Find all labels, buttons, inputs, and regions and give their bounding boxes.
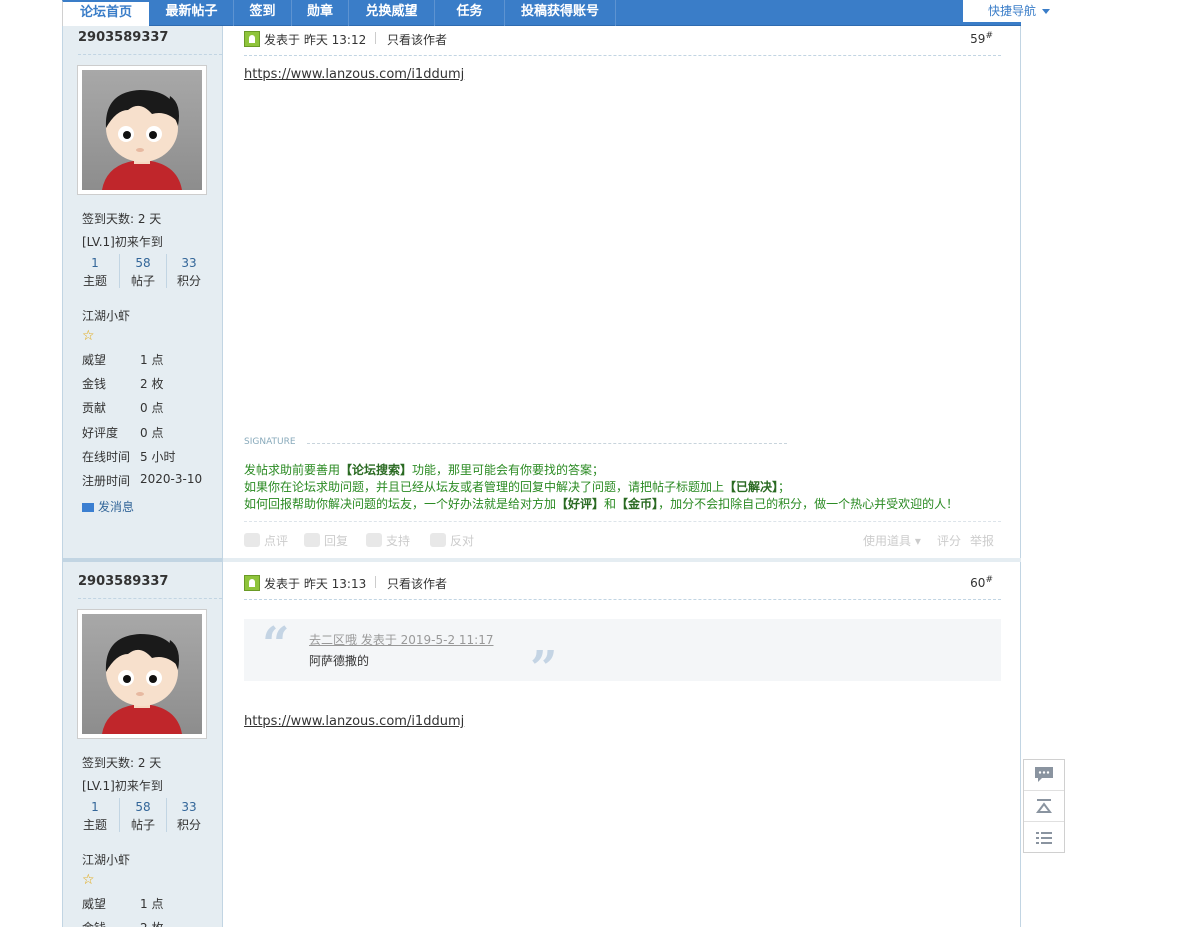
post-time: 发表于 昨天 13:12 bbox=[264, 33, 367, 47]
user-rank: 江湖小虾 bbox=[82, 309, 131, 323]
envelope-icon bbox=[82, 503, 94, 512]
kv-value: 1 点 bbox=[140, 353, 164, 367]
quote-body: 阿萨德撒的 bbox=[309, 654, 370, 668]
quote-block: “ 去二区哦 发表于 2019-5-2 11:17 阿萨德撒的 ” bbox=[244, 617, 1001, 697]
signature-label: SIGNATURE bbox=[244, 437, 296, 447]
online-status-icon bbox=[244, 575, 260, 591]
kv-value: 5 小时 bbox=[140, 450, 176, 464]
report-link[interactable]: 举报 bbox=[970, 532, 994, 549]
nav-submit-get-account[interactable]: 投稿获得账号 bbox=[505, 0, 616, 26]
floating-toolbar bbox=[1023, 759, 1065, 853]
stat-points[interactable]: 33 积分 bbox=[166, 800, 212, 833]
nav-latest-posts[interactable]: 最新帖子 bbox=[150, 0, 234, 26]
quote-source-link[interactable]: 去二区哦 发表于 2019-5-2 11:17 bbox=[309, 631, 494, 648]
close-quote-icon: ” bbox=[530, 641, 558, 697]
avatar-image bbox=[102, 90, 182, 190]
eye-icon bbox=[244, 533, 260, 547]
star-icon: ☆ bbox=[82, 872, 95, 888]
back-to-top-icon bbox=[1036, 799, 1052, 813]
only-author-link[interactable]: 只看该作者 bbox=[387, 31, 447, 48]
signature-line-1: 发帖求助前要善用【论坛搜索】功能，那里可能会有你要找的答案； bbox=[244, 463, 605, 477]
post-link[interactable]: https://www.lanzous.com/i1ddumj bbox=[244, 714, 464, 729]
stat-threads[interactable]: 1 主题 bbox=[72, 800, 118, 833]
post-1-author: 2903589337 签到天数: 2 天 [LV.1]初来乍到 1 主题 58 帖子… bbox=[62, 26, 223, 558]
use-tools-dropdown[interactable]: 使用道具 ▾ bbox=[863, 532, 921, 549]
kv-value: 0 点 bbox=[140, 426, 164, 440]
nav-forum-home[interactable]: 论坛首页 bbox=[62, 0, 149, 27]
thumb-down-icon bbox=[430, 533, 446, 547]
kv-key: 在线时间 bbox=[82, 450, 131, 464]
oppose-button[interactable]: 反对 bbox=[430, 532, 474, 549]
kv-value: 2 枚 bbox=[140, 919, 163, 927]
stat-threads[interactable]: 1 主题 bbox=[72, 256, 118, 289]
floor-number[interactable]: 60# bbox=[970, 575, 993, 590]
nav-tasks[interactable]: 任务 bbox=[435, 0, 505, 26]
user-level[interactable]: [LV.1]初来乍到 bbox=[82, 777, 163, 794]
nav-checkin[interactable]: 签到 bbox=[234, 0, 292, 26]
avatar[interactable] bbox=[77, 609, 207, 739]
user-rank: 江湖小虾 bbox=[82, 853, 131, 867]
kv-key: 金钱 bbox=[82, 377, 107, 391]
author-name[interactable]: 2903589337 bbox=[78, 574, 168, 589]
kv-key: 贡献 bbox=[82, 401, 107, 415]
return-to-list-button[interactable] bbox=[1024, 822, 1064, 853]
stat-posts[interactable]: 58 帖子 bbox=[120, 256, 166, 289]
signature-line-2: 如果你在论坛求助问题，并且已经从坛友或者管理的回复中解决了问题，请把帖子标题加上… bbox=[244, 480, 791, 494]
nav-exchange-prestige[interactable]: 兑换威望 bbox=[349, 0, 435, 26]
signature-line-3: 如何回报帮助你解决问题的坛友，一个好办法就是给对方加【好评】和【金币】，加分不会… bbox=[244, 497, 959, 511]
thumb-up-icon bbox=[366, 533, 382, 547]
reply-button[interactable]: 回复 bbox=[304, 532, 348, 549]
rate-button[interactable]: 点评 bbox=[244, 532, 288, 549]
post-1-actions: 点评 回复 支持 反对 使用道具 ▾ 评分 举报 bbox=[244, 521, 1001, 555]
kv-value: 0 点 bbox=[140, 401, 164, 415]
chevron-down-icon bbox=[1042, 9, 1050, 14]
kv-key: 威望 bbox=[82, 353, 107, 367]
support-button[interactable]: 支持 bbox=[366, 532, 410, 549]
checkin-days: 签到天数: 2 天 bbox=[82, 212, 162, 226]
author-name[interactable]: 2903589337 bbox=[78, 30, 168, 45]
stat-posts[interactable]: 58 帖子 bbox=[120, 800, 166, 833]
avatar[interactable] bbox=[77, 65, 207, 195]
user-level[interactable]: [LV.1]初来乍到 bbox=[82, 233, 163, 250]
post-2-author: 2903589337 签到天数: 2 天 [LV.1]初来乍到 1 主题 58 帖子… bbox=[62, 562, 223, 927]
open-quote-icon: “ bbox=[262, 617, 290, 673]
post-link[interactable]: https://www.lanzous.com/i1ddumj bbox=[244, 67, 464, 82]
star-icon: ☆ bbox=[82, 328, 95, 344]
kv-value: 1 点 bbox=[140, 897, 164, 911]
kv-key: 威望 bbox=[82, 897, 107, 911]
kv-value: 2020-3-10 bbox=[140, 472, 203, 486]
kv-key: 好评度 bbox=[82, 426, 119, 440]
send-message-link[interactable]: 发消息 bbox=[82, 498, 134, 515]
only-author-link[interactable]: 只看该作者 bbox=[387, 575, 447, 592]
comment-icon bbox=[1035, 767, 1053, 782]
online-status-icon bbox=[244, 31, 260, 47]
back-to-top-button[interactable] bbox=[1024, 791, 1064, 822]
top-nav: 论坛首页 最新帖子 签到 勋章 兑换威望 任务 投稿获得账号 快捷导航 bbox=[62, 0, 1075, 27]
post-1-header: 发表于 昨天 13:12 只看该作者 59# bbox=[244, 28, 1001, 56]
kv-key: 注册时间 bbox=[82, 474, 131, 488]
kv-key: 金钱 bbox=[82, 919, 138, 927]
post-2-header: 发表于 昨天 13:13 只看该作者 60# bbox=[244, 572, 1001, 600]
quick-reply-button[interactable] bbox=[1024, 760, 1064, 791]
checkin-days: 签到天数: 2 天 bbox=[82, 756, 162, 770]
avatar-image bbox=[102, 634, 182, 734]
floor-number[interactable]: 59# bbox=[970, 31, 993, 46]
score-link[interactable]: 评分 bbox=[937, 532, 961, 549]
stat-points[interactable]: 33 积分 bbox=[166, 256, 212, 289]
speech-bubble-icon bbox=[304, 533, 320, 547]
nav-medals[interactable]: 勋章 bbox=[292, 0, 349, 26]
post-time: 发表于 昨天 13:13 bbox=[264, 577, 367, 591]
list-icon bbox=[1036, 831, 1052, 844]
kv-value: 2 枚 bbox=[140, 377, 164, 391]
quick-nav-dropdown[interactable]: 快捷导航 bbox=[963, 0, 1075, 22]
